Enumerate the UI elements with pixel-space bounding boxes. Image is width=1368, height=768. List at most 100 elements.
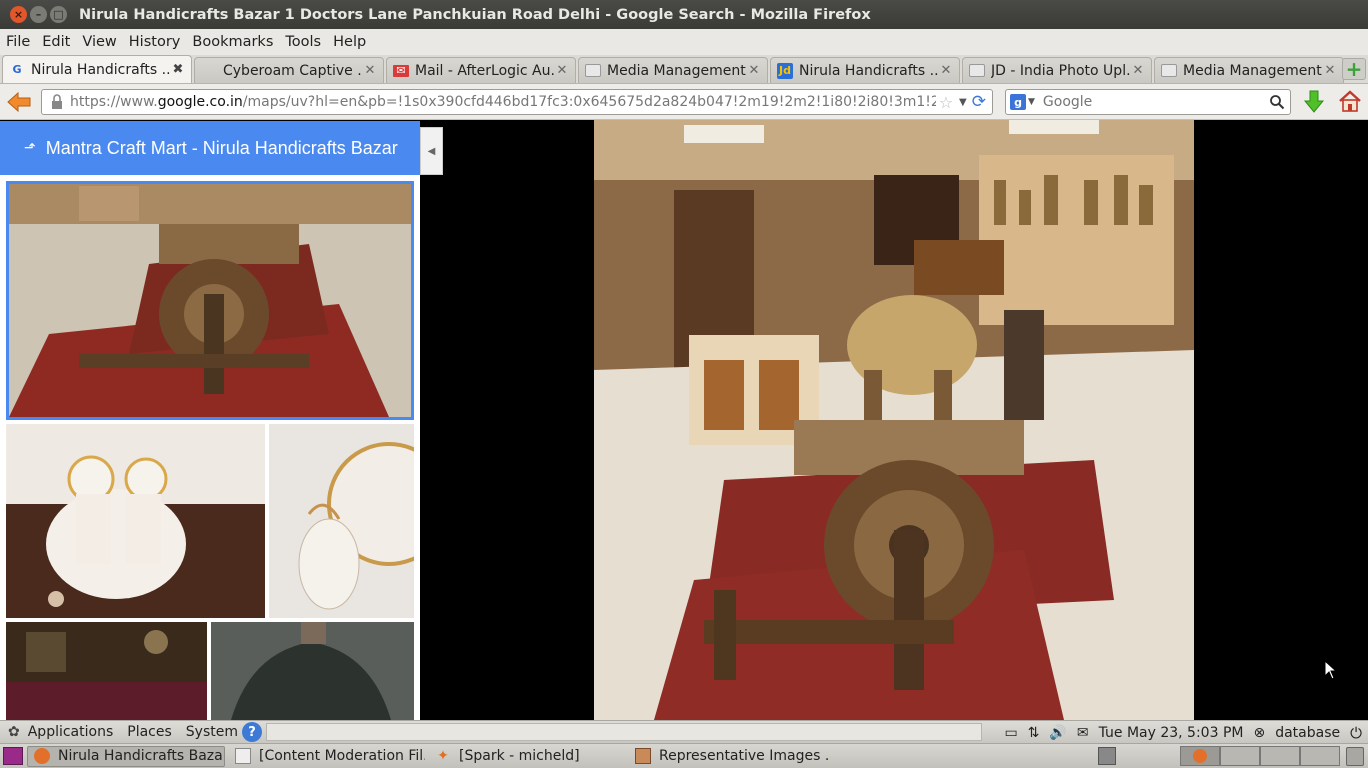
window-maximize-icon[interactable]: □ — [50, 6, 67, 23]
tab-jd-photo-upload[interactable]: JD - India Photo Upl... ✕ — [962, 57, 1152, 83]
reload-icon[interactable]: ⟳ — [972, 92, 986, 112]
photo-thumbnail[interactable] — [6, 424, 265, 618]
chevron-down-icon[interactable]: ▼ — [1028, 97, 1035, 107]
photo-thumbnail[interactable] — [211, 622, 414, 720]
tab-close-icon[interactable]: ✕ — [555, 63, 569, 78]
tab-media-management-2[interactable]: Media Management ✕ — [1154, 57, 1344, 83]
firefox-icon — [1193, 749, 1207, 763]
tab-media-management-1[interactable]: Media Management ✕ — [578, 57, 768, 83]
calculator-icon[interactable] — [1098, 747, 1116, 765]
menu-history[interactable]: History — [123, 34, 187, 50]
search-bar[interactable]: g ▼ — [1005, 89, 1291, 115]
jd-favicon-icon: Jd — [777, 62, 793, 79]
search-icon[interactable] — [1269, 94, 1285, 110]
workspace-2[interactable] — [1220, 746, 1260, 766]
home-icon[interactable] — [1338, 89, 1362, 113]
menu-bar: File Edit View History Bookmarks Tools H… — [0, 29, 1368, 55]
tab-spacer — [201, 63, 217, 79]
mail-icon: ✉ — [393, 64, 409, 77]
window-minimize-icon[interactable]: – — [30, 6, 47, 23]
bookmark-star-icon[interactable]: ☆ — [939, 93, 953, 112]
tab-label: Media Management — [1183, 62, 1322, 79]
taskbar-item-label: [Content Moderation Fil... — [259, 748, 425, 764]
chevron-down-icon[interactable]: ▼ — [959, 97, 967, 108]
workspace-1[interactable] — [1180, 746, 1220, 766]
taskbar-item-content-moderation[interactable]: [Content Moderation Fil... — [229, 746, 425, 767]
tab-cyberoam[interactable]: Cyberoam Captive ... ✕ — [194, 57, 384, 83]
taskbar: Nirula Handicrafts Baza... [Content Mode… — [0, 743, 1368, 768]
volume-icon[interactable]: 🔊 — [1049, 725, 1066, 741]
photo-thumbnail[interactable] — [269, 424, 414, 618]
url-bar[interactable]: https://www.google.co.in/maps/uv?hl=en&p… — [41, 89, 993, 115]
trash-icon[interactable] — [1346, 747, 1364, 766]
collapse-panel-button[interactable]: ◀ — [420, 127, 443, 175]
clock[interactable]: Tue May 23, 5:03 PM — [1099, 725, 1244, 741]
lock-icon — [52, 94, 62, 109]
tab-close-icon[interactable]: ✕ — [1323, 63, 1337, 78]
taskbar-item-representative-images[interactable]: Representative Images ... — [629, 746, 829, 767]
thumbnail-image — [211, 622, 414, 720]
back-arrow-icon[interactable]: ⬏ — [24, 140, 36, 156]
back-button[interactable] — [2, 87, 36, 117]
menu-help[interactable]: Help — [327, 34, 372, 50]
spark-icon: ✦ — [437, 748, 449, 764]
url-text[interactable]: https://www.google.co.in/maps/uv?hl=en&p… — [70, 94, 936, 110]
tab-nirula-google[interactable]: G Nirula Handicrafts ... ✖ — [2, 55, 192, 83]
url-domain: google.co.in — [157, 94, 243, 110]
main-photo[interactable] — [594, 120, 1194, 720]
tab-close-icon[interactable]: ✕ — [939, 63, 953, 78]
menu-applications[interactable]: Applications — [28, 724, 114, 740]
tab-label: Mail - AfterLogic Au... — [415, 62, 555, 79]
chevron-left-icon: ◀ — [427, 145, 436, 157]
thumbnail-image — [269, 424, 414, 618]
plus-icon: + — [1345, 57, 1363, 81]
menu-bookmarks[interactable]: Bookmarks — [186, 34, 279, 50]
tab-close-icon[interactable]: ✕ — [363, 63, 377, 78]
thumbnail-image — [6, 622, 207, 720]
taskbar-item-firefox[interactable]: Nirula Handicrafts Baza... — [27, 745, 225, 767]
window-close-icon[interactable]: × — [10, 6, 27, 23]
tab-strip: G Nirula Handicrafts ... ✖ Cyberoam Capt… — [0, 55, 1368, 84]
system-panel: ✿ Applications Places System ? ▭ ⇅ 🔊 ✉ T… — [0, 720, 1368, 743]
panel-tray: ▭ ⇅ 🔊 ✉ Tue May 23, 5:03 PM ⊗ database ⏻ — [1004, 721, 1362, 744]
place-header: ⬏ Mantra Craft Mart - Nirula Handicrafts… — [0, 121, 420, 175]
menu-places[interactable]: Places — [127, 724, 172, 740]
search-input[interactable] — [1040, 93, 1261, 111]
tab-close-icon[interactable]: ✖ — [171, 62, 185, 77]
taskbar-item-spark[interactable]: ✦ [Spark - micheld] — [429, 746, 625, 767]
user-name[interactable]: database — [1275, 725, 1340, 741]
tab-mail[interactable]: ✉ Mail - AfterLogic Au... ✕ — [386, 57, 576, 83]
tab-close-icon[interactable]: ✕ — [1131, 63, 1145, 78]
photo-thumbnail-selected[interactable] — [6, 181, 414, 420]
workspace-switcher[interactable] — [1180, 746, 1340, 766]
window-title: Nirula Handicrafts Bazar 1 Doctors Lane … — [79, 6, 871, 23]
tab-label: Nirula Handicrafts ... — [31, 61, 171, 78]
taskbar-item-label: Representative Images ... — [659, 748, 829, 764]
photo-thumbnail[interactable] — [6, 622, 207, 720]
workspace-3[interactable] — [1260, 746, 1300, 766]
power-icon[interactable]: ⏻ — [1350, 724, 1362, 742]
tab-close-icon[interactable]: ✕ — [747, 63, 761, 78]
tab-label: Cyberoam Captive ... — [223, 62, 363, 79]
new-tab-button[interactable]: + — [1342, 57, 1366, 81]
tab-nirula-jd[interactable]: Jd Nirula Handicrafts ... ✕ — [770, 57, 960, 83]
download-icon[interactable] — [1303, 90, 1325, 114]
menu-system[interactable]: System — [186, 724, 238, 740]
mail-icon[interactable]: ✉ — [1077, 725, 1089, 741]
user-icon[interactable]: ⊗ — [1253, 725, 1265, 741]
tab-label: Nirula Handicrafts ... — [799, 62, 939, 79]
taskbar-item-label: [Spark - micheld] — [459, 748, 580, 764]
gnome-foot-icon[interactable]: ✿ — [8, 724, 20, 740]
show-desktop-icon[interactable] — [3, 747, 23, 765]
menu-file[interactable]: File — [0, 34, 36, 50]
help-icon[interactable]: ? — [242, 722, 262, 742]
menu-tools[interactable]: Tools — [279, 34, 327, 50]
display-icon[interactable]: ▭ — [1004, 725, 1017, 741]
network-icon[interactable]: ⇅ — [1028, 725, 1040, 741]
google-favicon-icon: G — [12, 63, 22, 76]
menu-edit[interactable]: Edit — [36, 34, 76, 50]
workspace-4[interactable] — [1300, 746, 1340, 766]
image-viewer-icon — [635, 748, 651, 764]
menu-view[interactable]: View — [76, 34, 122, 50]
google-engine-icon[interactable]: g — [1010, 94, 1026, 110]
